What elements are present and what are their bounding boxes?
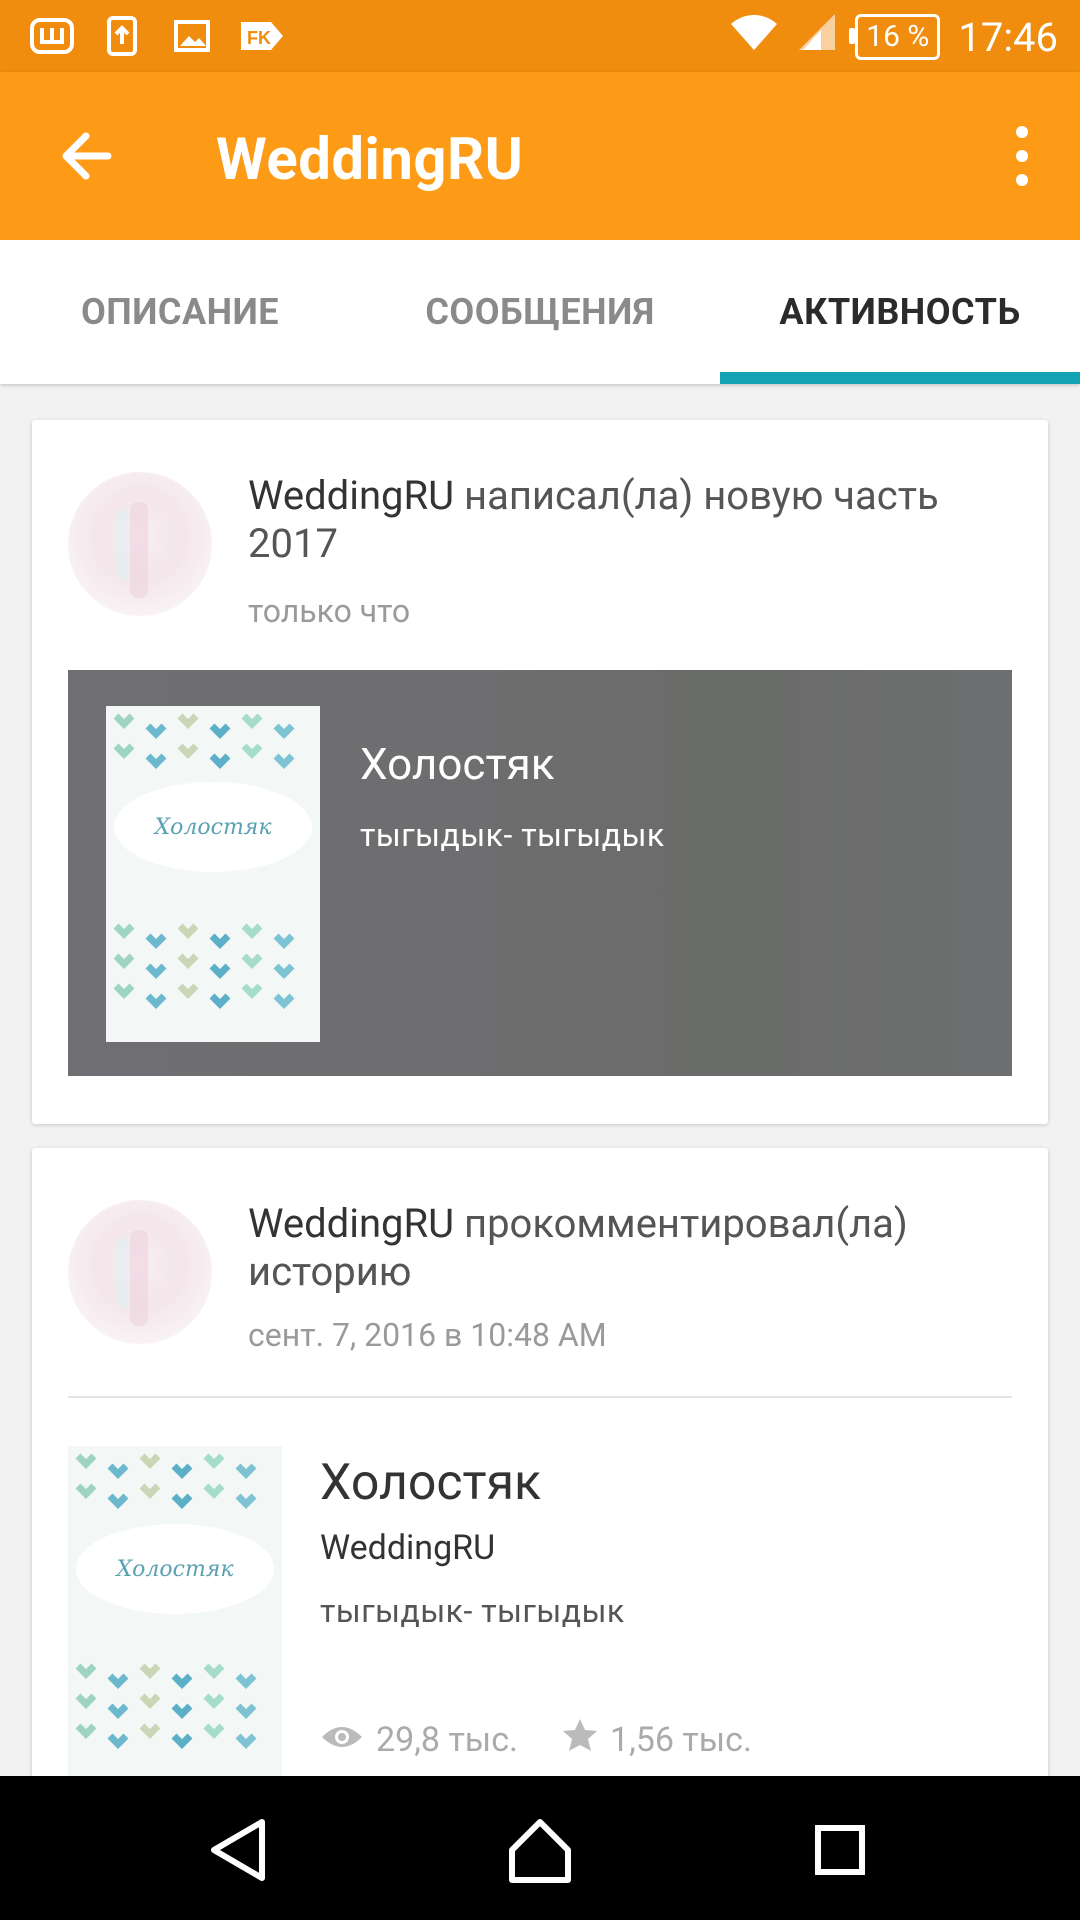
story-description: тыгыдык- тыгыдык <box>360 816 665 854</box>
divider <box>68 1396 1012 1398</box>
cover-title: Холостяк <box>114 782 312 872</box>
activity-user[interactable]: WeddingRU <box>248 472 454 519</box>
story-description: тыгыдык- тыгыдык <box>320 1592 625 1630</box>
back-arrow-icon[interactable] <box>50 118 126 194</box>
system-nav-bar <box>0 1776 1080 1920</box>
battery-indicator: 16 % <box>849 14 941 60</box>
upload-icon <box>98 14 146 58</box>
fk-icon: FK <box>238 14 286 58</box>
activity-user[interactable]: WeddingRU <box>248 1200 454 1247</box>
activity-card: WeddingRU написал(ла) новую часть 2017 т… <box>32 420 1048 1124</box>
avatar[interactable] <box>68 472 212 616</box>
story-cover[interactable]: Холостяк <box>68 1446 282 1786</box>
activity-time: только что <box>248 592 411 630</box>
app-bar: WeddingRU <box>0 72 1080 240</box>
story-banner[interactable]: Холостяк Холостяк тыгыдык- тыгыдык <box>68 670 1012 1076</box>
story-title[interactable]: Холостяк <box>320 1454 541 1512</box>
avatar[interactable] <box>68 1200 212 1344</box>
views-stat: 29,8 тыс. <box>320 1720 518 1760</box>
notification-app-icon <box>28 14 76 58</box>
votes-stat: 1,56 тыс. <box>562 1718 752 1761</box>
tab-indicator <box>720 372 1080 384</box>
signal-icon <box>797 12 837 62</box>
clock: 17:46 <box>958 13 1058 61</box>
status-bar: FK 16 % 17:46 <box>0 0 1080 72</box>
cover-title: Холостяк <box>76 1524 274 1614</box>
svg-text:FK: FK <box>247 28 271 48</box>
page-title: WeddingRU <box>216 126 524 194</box>
recents-nav-icon[interactable] <box>800 1810 880 1890</box>
eye-icon <box>320 1720 364 1760</box>
tab-description[interactable]: ОПИСАНИЕ <box>0 240 360 384</box>
home-nav-icon[interactable] <box>500 1810 580 1890</box>
views-count: 29,8 тыс. <box>376 1719 518 1760</box>
star-icon <box>562 1718 598 1761</box>
tab-messages[interactable]: СООБЩЕНИЯ <box>360 240 720 384</box>
story-author[interactable]: WeddingRU <box>320 1528 495 1568</box>
activity-headline: WeddingRU написал(ла) новую часть 2017 <box>248 472 1008 568</box>
tab-bar: ОПИСАНИЕ СООБЩЕНИЯ АКТИВНОСТЬ <box>0 240 1080 384</box>
overflow-menu-icon[interactable] <box>992 116 1052 196</box>
wifi-icon <box>729 12 779 62</box>
activity-time: сент. 7, 2016 в 10:48 AM <box>248 1316 607 1354</box>
activity-card: WeddingRU прокомментировал(ла) историю с… <box>32 1148 1048 1808</box>
story-title: Холостяк <box>360 738 555 790</box>
tab-activity[interactable]: АКТИВНОСТЬ <box>720 240 1080 384</box>
image-icon <box>168 14 216 58</box>
story-cover: Холостяк <box>106 706 320 1042</box>
story-stats: 29,8 тыс. 1,56 тыс. <box>320 1718 752 1761</box>
votes-count: 1,56 тыс. <box>609 1719 752 1760</box>
activity-headline: WeddingRU прокомментировал(ла) историю <box>248 1200 1008 1296</box>
back-nav-icon[interactable] <box>200 1810 280 1890</box>
